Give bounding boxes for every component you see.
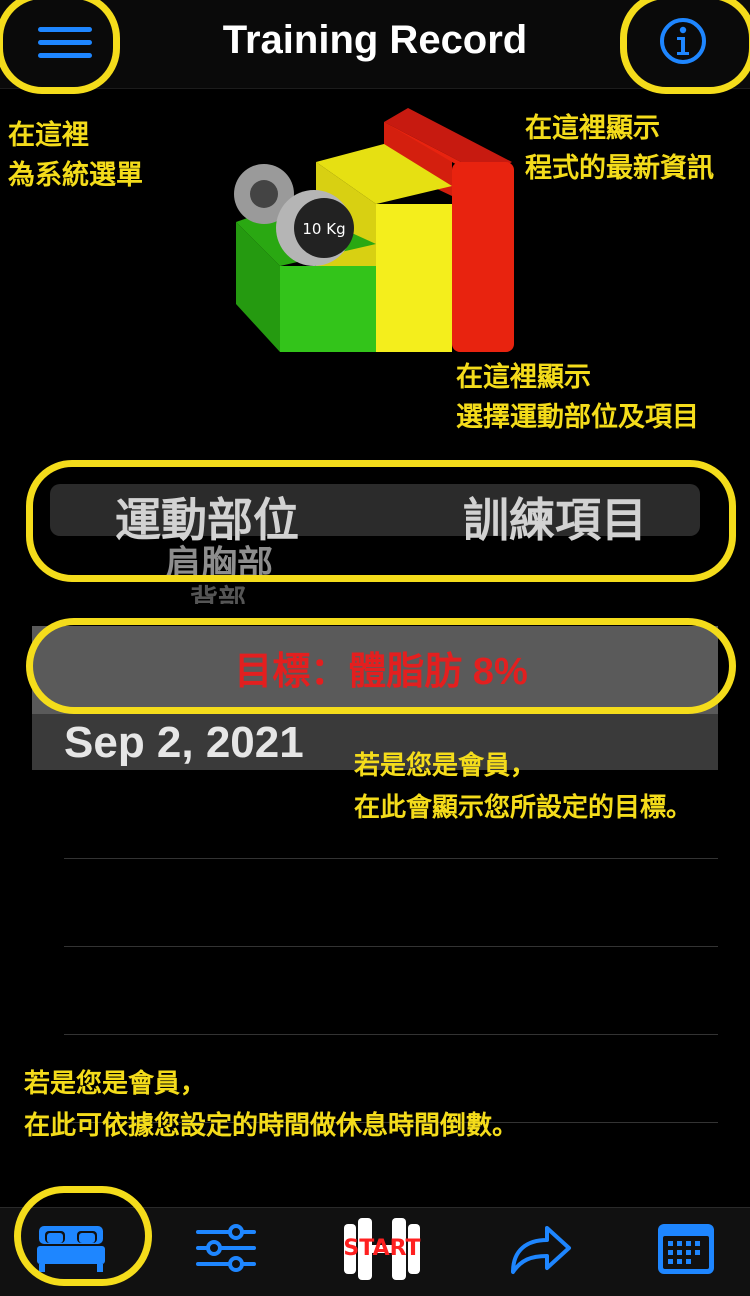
info-annotation-line1: 在這裡顯示 [525,113,660,143]
share-arrow-icon[interactable] [505,1218,577,1278]
weight-label: 10 Kg [302,220,345,238]
timer-annotation: 若是您是會員， 在此可依據您設定的時間做休息時間倒數。 [24,1062,518,1146]
hamburger-menu-icon[interactable] [38,27,92,59]
picker-annotation: 在這裡顯示 選擇運動部位及項目 [456,357,699,437]
calendar-icon[interactable] [650,1218,722,1278]
tab-highlight-ring [14,1186,152,1286]
info-annotation-line2: 程式的最新資訊 [525,153,714,183]
start-button[interactable]: START [340,1216,424,1282]
menu-annotation: 在這裡 為系統選單 [8,115,143,195]
goal-annotation: 若是您是會員， 在此會顯示您所設定的目標。 [354,744,692,828]
app-logo: 10 Kg [234,108,514,352]
picker-annotation-line2: 選擇運動部位及項目 [456,402,699,432]
menu-annotation-line1: 在這裡 [8,120,89,150]
goal-annotation-line2: 在此會顯示您所設定的目標。 [354,792,693,822]
record-date: Sep 2, 2021 [64,718,304,767]
goal-annotation-line1: 若是您是會員， [354,750,537,780]
info-annotation: 在這裡顯示 程式的最新資訊 [525,108,714,188]
list-divider [64,1034,718,1035]
list-divider [64,858,718,859]
menu-annotation-line2: 為系統選單 [8,160,143,190]
start-label: START [343,1236,421,1261]
sliders-icon[interactable] [190,1218,262,1278]
picker-annotation-line1: 在這裡顯示 [456,362,591,392]
info-circle-icon[interactable] [659,17,707,65]
timer-annotation-line1: 若是您是會員， [24,1068,207,1098]
picker-highlight-ring [26,460,736,582]
timer-annotation-line2: 在此可依據您設定的時間做休息時間倒數。 [24,1110,519,1140]
goal-highlight-ring [26,618,736,714]
list-divider [64,946,718,947]
